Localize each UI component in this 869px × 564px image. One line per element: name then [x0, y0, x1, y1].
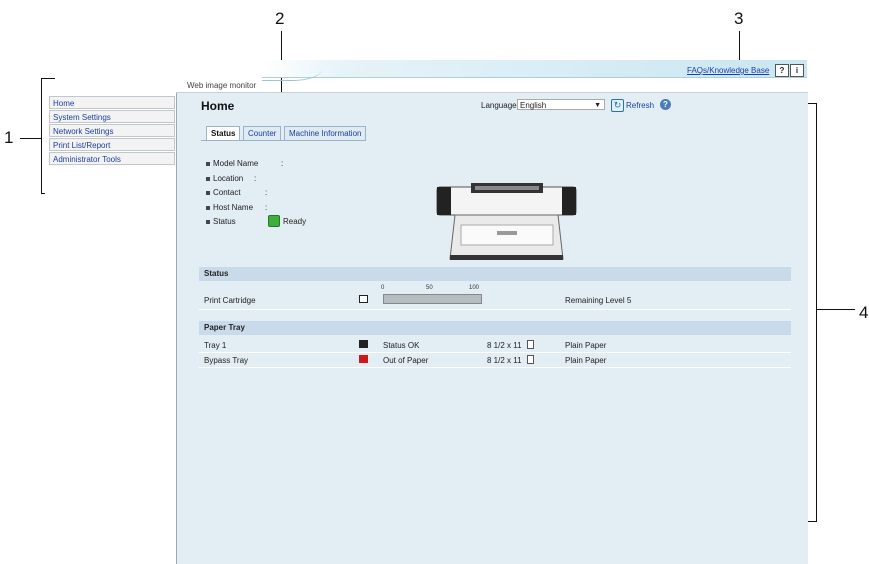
bullet-icon — [206, 205, 210, 210]
help-icon[interactable]: ? — [775, 64, 789, 77]
callout-4-leader — [817, 309, 855, 310]
tray-paper-type: Plain Paper — [565, 356, 607, 365]
printer-image — [436, 183, 577, 260]
sidebar-item-network-settings[interactable]: Network Settings — [49, 124, 175, 137]
info-colon: : — [254, 174, 257, 183]
tray-paper-type: Plain Paper — [565, 341, 607, 350]
info-location: Location — [206, 174, 243, 183]
tray-warning-icon — [359, 355, 368, 363]
cartridge-level-bar — [383, 294, 482, 304]
callout-1: 1 — [4, 128, 14, 147]
info-label: Model Name — [213, 159, 259, 168]
callout-2: 2 — [275, 9, 285, 28]
status-ready-icon — [268, 215, 280, 227]
tray-size: 8 1/2 x 11 — [487, 341, 522, 350]
toner-icon — [359, 295, 368, 303]
info-contact: Contact — [206, 188, 241, 197]
info-colon: : — [265, 203, 268, 212]
info-host-name: Host Name — [206, 203, 253, 212]
tray-status: Status OK — [383, 341, 420, 350]
cartridge-remaining: Remaining Level 5 — [565, 296, 632, 305]
info-colon: : — [281, 159, 284, 168]
language-label: Language — [481, 101, 517, 110]
info-model-name: Model Name — [206, 159, 258, 168]
tray-size: 8 1/2 x 11 — [487, 356, 522, 365]
tab-status[interactable]: Status — [206, 126, 241, 140]
info-label: Host Name — [213, 203, 254, 212]
refresh-icon[interactable]: ↻ — [611, 99, 624, 112]
header-swoosh — [262, 58, 322, 81]
tray-name: Bypass Tray — [204, 356, 249, 365]
info-label: Status — [213, 217, 236, 226]
page-title: Home — [201, 99, 235, 113]
tab-machine-information[interactable]: Machine Information — [284, 126, 367, 140]
app-name: Web image monitor — [187, 81, 257, 90]
tab-counter[interactable]: Counter — [243, 126, 282, 140]
scale-mid: 50 — [426, 285, 433, 291]
row-divider — [199, 367, 791, 368]
sidebar: Home System Settings Network Settings Pr… — [45, 93, 177, 564]
tab-underline — [201, 140, 366, 141]
sidebar-item-system-settings[interactable]: System Settings — [49, 110, 175, 123]
sidebar-item-administrator-tools[interactable]: Administrator Tools — [49, 152, 175, 165]
scale-max: 100 — [469, 285, 480, 291]
language-select[interactable]: English ▼ — [517, 99, 605, 110]
paper-icon — [527, 355, 534, 364]
faq-knowledge-base-link[interactable]: FAQs/Knowledge Base — [687, 66, 769, 75]
callout-4-bracket — [816, 103, 817, 522]
info-icon[interactable]: i — [790, 64, 804, 77]
bullet-icon — [206, 161, 210, 166]
callout-1-bracket — [41, 78, 42, 194]
tray-name: Tray 1 — [204, 341, 227, 350]
info-colon: : — [265, 188, 268, 197]
info-label: Contact — [213, 188, 241, 197]
status-section-header: Status — [199, 267, 791, 281]
sidebar-item-home[interactable]: Home — [49, 96, 175, 109]
callout-3: 3 — [734, 9, 744, 28]
callout-4: 4 — [859, 303, 869, 322]
paper-tray-section-header: Paper Tray — [199, 321, 791, 335]
callout-1-leader — [20, 138, 41, 139]
row-divider — [199, 352, 791, 353]
sidebar-item-print-list-report[interactable]: Print List/Report — [49, 138, 175, 151]
refresh-link[interactable]: Refresh — [626, 101, 654, 110]
row-divider — [199, 309, 791, 310]
tray-status: Out of Paper — [383, 356, 429, 365]
page-help-icon[interactable]: ? — [660, 99, 671, 110]
cartridge-label: Print Cartridge — [204, 296, 256, 305]
status-value: Ready — [283, 217, 307, 226]
chevron-down-icon: ▼ — [594, 102, 601, 109]
bullet-icon — [206, 219, 210, 224]
bullet-icon — [206, 176, 210, 181]
callout-1-bracket-top — [41, 78, 55, 79]
language-select-value: English — [520, 101, 547, 110]
info-label: Location — [213, 174, 244, 183]
paper-icon — [527, 340, 534, 349]
tray-status-icon — [359, 340, 368, 348]
bullet-icon — [206, 190, 210, 195]
scale-min: 0 — [381, 285, 385, 291]
info-status: Status — [206, 217, 236, 226]
cartridge-level-fill — [384, 295, 481, 303]
